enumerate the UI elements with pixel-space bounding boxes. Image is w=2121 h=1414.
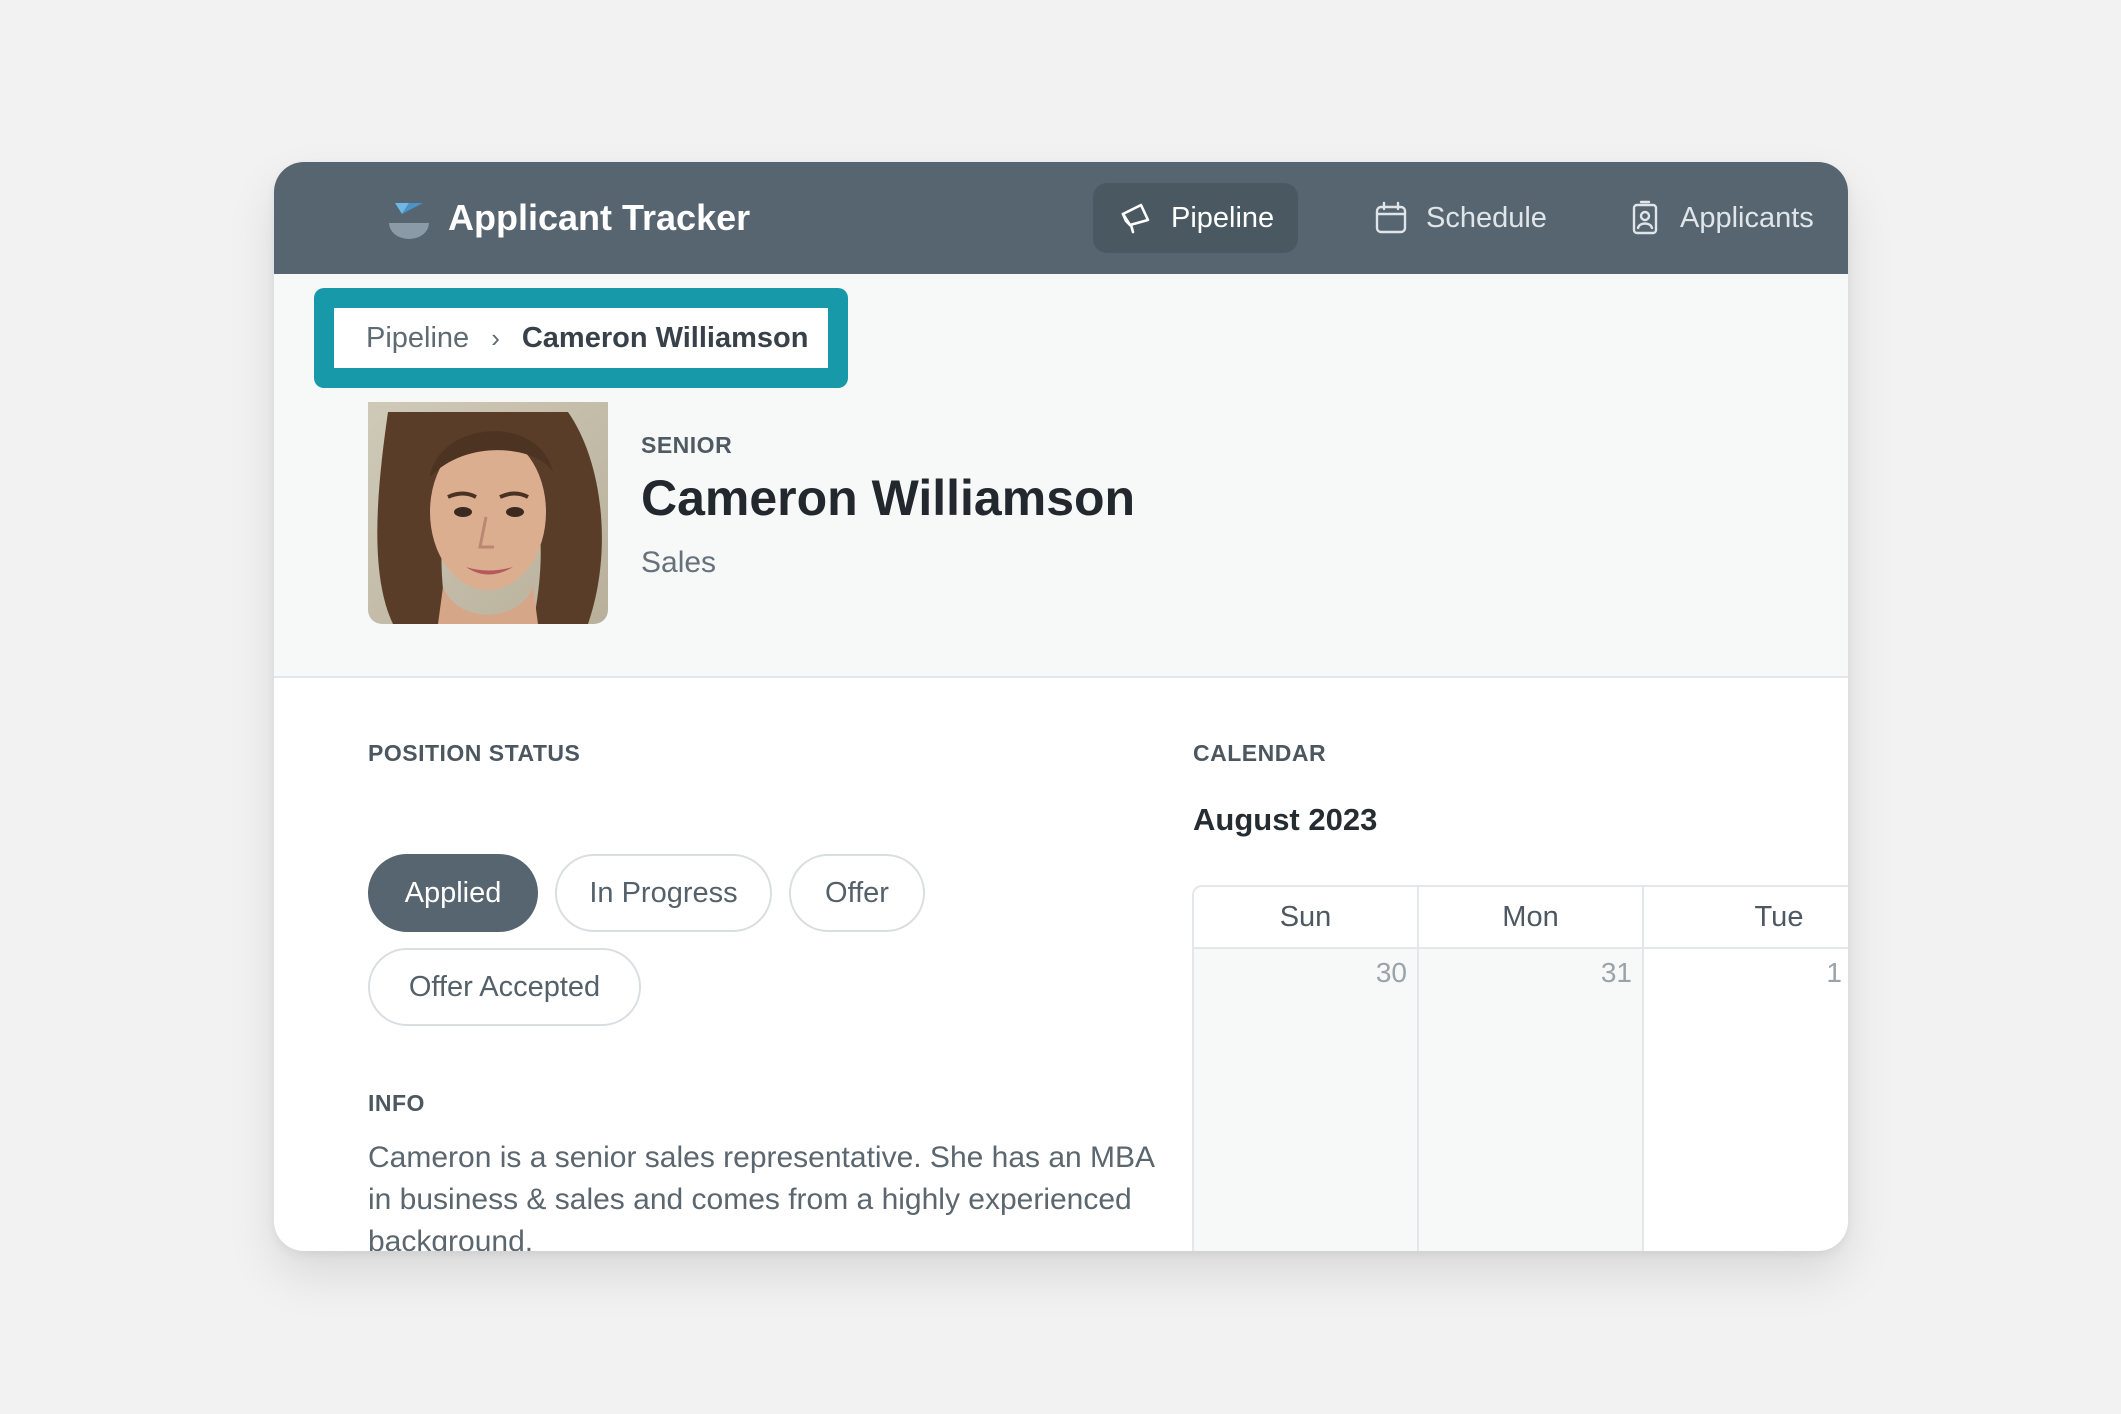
info-text: Cameron is a senior sales representative… bbox=[368, 1141, 1154, 1251]
calendar-day-cell[interactable]: 30 bbox=[1194, 949, 1419, 1251]
app-title: Applicant Tracker bbox=[448, 197, 751, 238]
app-window: Applicant Tracker Pipeline Schedule Appl… bbox=[274, 162, 1848, 1251]
nav-pipeline[interactable]: Pipeline bbox=[1093, 183, 1299, 253]
position-status-label: POSITION STATUS bbox=[368, 740, 581, 766]
candidate-department: Sales bbox=[641, 546, 717, 579]
info-label: INFO bbox=[368, 1090, 425, 1116]
top-navigation-bar: Applicant Tracker Pipeline Schedule Appl… bbox=[274, 162, 1848, 274]
calendar-month: August 2023 bbox=[1193, 802, 1378, 837]
contact-badge-icon bbox=[1632, 200, 1658, 235]
weekday-tue: Tue bbox=[1644, 887, 1848, 949]
candidate-level: SENIOR bbox=[641, 432, 733, 458]
nav-schedule-label: Schedule bbox=[1426, 201, 1547, 234]
weekday-sun: Sun bbox=[1194, 887, 1419, 949]
calendar-label: CALENDAR bbox=[1193, 740, 1327, 766]
nav-schedule[interactable]: Schedule bbox=[1348, 183, 1571, 253]
chevron-right-icon: › bbox=[491, 322, 500, 353]
weekday-mon: Mon bbox=[1419, 887, 1644, 949]
calendar-date: 31 bbox=[1600, 957, 1632, 988]
calendar-icon bbox=[1375, 201, 1407, 234]
megaphone-icon bbox=[1121, 203, 1150, 234]
calendar-grid: Sun Mon Tue 30 31 1 bbox=[1192, 885, 1848, 1251]
breadcrumb: Pipeline › Cameron Williamson bbox=[314, 288, 848, 388]
status-pill-in-progress[interactable]: In Progress bbox=[555, 854, 772, 932]
avatar bbox=[368, 402, 608, 624]
status-pill-offer[interactable]: Offer bbox=[789, 854, 925, 932]
nav-applicants-label: Applicants bbox=[1680, 201, 1814, 234]
nav-pipeline-label: Pipeline bbox=[1171, 201, 1275, 234]
calendar-day-cell[interactable]: 31 bbox=[1419, 949, 1644, 1251]
candidate-name: Cameron Williamson bbox=[641, 470, 1136, 526]
status-pill-offer-accepted[interactable]: Offer Accepted bbox=[368, 948, 641, 1026]
calendar-date: 30 bbox=[1375, 957, 1407, 988]
nav-applicants[interactable]: Applicants bbox=[1602, 183, 1838, 253]
app-logo-icon bbox=[389, 203, 429, 239]
breadcrumb-link-pipeline[interactable]: Pipeline bbox=[366, 322, 469, 355]
breadcrumb-current: Cameron Williamson bbox=[521, 321, 809, 354]
calendar-date: 1 bbox=[1826, 957, 1842, 988]
calendar-day-cell[interactable]: 1 bbox=[1644, 949, 1848, 1251]
status-pill-applied[interactable]: Applied bbox=[368, 854, 538, 932]
